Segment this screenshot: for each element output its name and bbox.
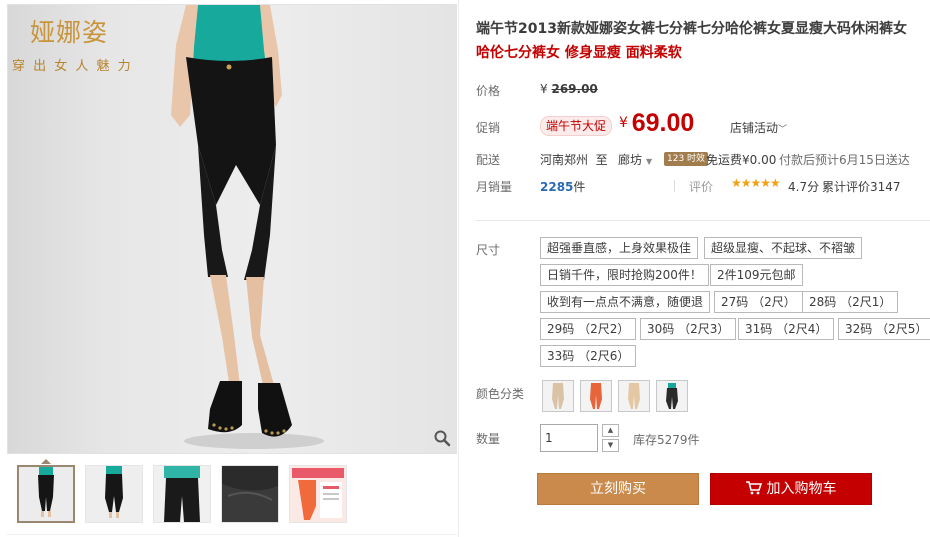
product-title: 端午节2013新款娅娜姿女裤七分裤七分哈伦裤女夏显瘦大码休闲裤女 xyxy=(476,21,907,37)
shop-activity-dropdown[interactable]: 店铺活动﹀ xyxy=(730,119,787,136)
ship-to-city: 廊坊 xyxy=(618,153,643,167)
size-option[interactable]: 日销千件，限时抢购200件！ xyxy=(540,264,709,286)
thumbnail-3[interactable] xyxy=(153,465,211,523)
ship-to-selector[interactable]: 廊坊 ▼ xyxy=(618,151,652,168)
main-product-photo[interactable]: 娅娜姿 穿 出 女 人 魅 力 xyxy=(7,4,457,454)
product-subtitle: 哈伦七分裤女 修身显瘦 面料柔软 xyxy=(476,45,682,61)
promo-price: ¥ 69.00 xyxy=(619,109,694,138)
size-option[interactable]: 27码 （2尺） xyxy=(714,291,803,313)
thumbnail-1[interactable] xyxy=(17,465,75,523)
review-count-label: 累计评价 xyxy=(822,180,871,194)
brand-logo: 娅娜姿 穿 出 女 人 魅 力 xyxy=(12,13,172,74)
ship-to-word: 至 xyxy=(595,153,608,167)
size-option[interactable]: 29码 （2尺2） xyxy=(540,318,637,340)
size-label: 尺寸 xyxy=(476,243,501,257)
size-option[interactable]: 超级显瘦、不起球、不褶皱 xyxy=(704,237,863,259)
quantity-increase-icon[interactable]: ▲ xyxy=(602,424,619,437)
divider xyxy=(674,180,675,192)
size-option[interactable]: 超强垂直感，上身效果极佳 xyxy=(540,237,699,259)
stock-count: 库存5279件 xyxy=(633,433,700,447)
original-price-currency: ¥ xyxy=(540,82,548,96)
quantity-input[interactable] xyxy=(540,424,598,452)
size-option[interactable]: 2件109元包邮 xyxy=(710,264,803,286)
monthly-sales-count: 2285 xyxy=(540,180,574,194)
chevron-down-icon: ﹀ xyxy=(778,125,788,135)
review-count-value: 3147 xyxy=(870,180,901,194)
brand-name: 娅娜姿 xyxy=(30,18,109,47)
monthly-sales-label: 月销量 xyxy=(476,180,513,194)
size-option[interactable]: 30码 （2尺3） xyxy=(640,318,737,340)
thumbnail-4[interactable] xyxy=(221,465,279,523)
monthly-sales: 2285件 xyxy=(540,178,585,195)
promo-tag: 端午节大促 xyxy=(540,116,613,136)
color-label: 颜色分类 xyxy=(476,387,525,401)
size-option[interactable]: 32码 （2尺5） xyxy=(838,318,930,340)
color-swatch-2[interactable] xyxy=(580,380,612,412)
ship-from: 河南郑州 至 xyxy=(540,151,608,168)
promo-price-currency: ¥ xyxy=(619,115,628,131)
zoom-icon[interactable] xyxy=(433,429,451,447)
color-swatch-3[interactable] xyxy=(618,380,650,412)
active-thumb-indicator xyxy=(41,459,51,464)
add-to-cart-button[interactable]: 加入购物车 xyxy=(710,473,872,505)
add-to-cart-label: 加入购物车 xyxy=(766,481,837,497)
delivery-eta: 付款后预计6月15日送达 xyxy=(779,153,910,167)
cart-icon xyxy=(745,476,762,506)
original-price: ¥ 269.00 xyxy=(540,82,598,96)
shipping-fee: 免运费¥0.00 xyxy=(706,153,777,167)
thumbnail-2[interactable] xyxy=(85,465,143,523)
price-label: 价格 xyxy=(476,84,501,98)
promo-label: 促销 xyxy=(476,121,501,135)
section-divider xyxy=(476,220,930,221)
size-option[interactable]: 31码 （2尺4） xyxy=(738,318,835,340)
quantity-decrease-icon[interactable]: ▼ xyxy=(602,439,619,452)
product-detail: 端午节2013新款娅娜姿女裤七分裤七分哈伦裤女夏显瘦大码休闲裤女 哈伦七分裤女 … xyxy=(476,0,930,537)
express-badge: 123 时效 xyxy=(664,152,709,166)
brand-slogan: 穿 出 女 人 魅 力 xyxy=(12,59,133,74)
gallery-divider xyxy=(7,534,457,535)
thumbnail-strip xyxy=(17,459,357,525)
promo-price-value: 69.00 xyxy=(631,109,695,137)
product-gallery: 娅娜姿 穿 出 女 人 魅 力 xyxy=(7,4,457,535)
caret-down-icon: ▼ xyxy=(646,157,653,166)
shipping-label: 配送 xyxy=(476,153,501,167)
rating-score: 4.7分 xyxy=(788,180,820,194)
size-option[interactable]: 33码 （2尺6） xyxy=(540,345,637,367)
shop-activity-label: 店铺活动 xyxy=(730,121,779,135)
review-count-link[interactable]: 累计评价3147 xyxy=(822,178,901,195)
monthly-sales-unit: 件 xyxy=(573,180,586,194)
column-divider xyxy=(458,0,459,537)
buy-now-button[interactable]: 立刻购买 xyxy=(537,473,699,505)
color-swatch-4[interactable] xyxy=(656,380,688,412)
rating-label: 评价 xyxy=(689,180,714,194)
original-price-value: 269.00 xyxy=(551,82,598,96)
thumbnail-5[interactable] xyxy=(289,465,347,523)
size-option[interactable]: 收到有一点点不满意，随便退 xyxy=(540,291,711,313)
ship-from-city: 河南郑州 xyxy=(540,153,589,167)
quantity-label: 数量 xyxy=(476,432,501,446)
rating-stars-icon: ★★★★★ xyxy=(731,176,781,190)
color-swatch-1[interactable] xyxy=(542,380,574,412)
size-option[interactable]: 28码 （2尺1） xyxy=(802,291,899,313)
